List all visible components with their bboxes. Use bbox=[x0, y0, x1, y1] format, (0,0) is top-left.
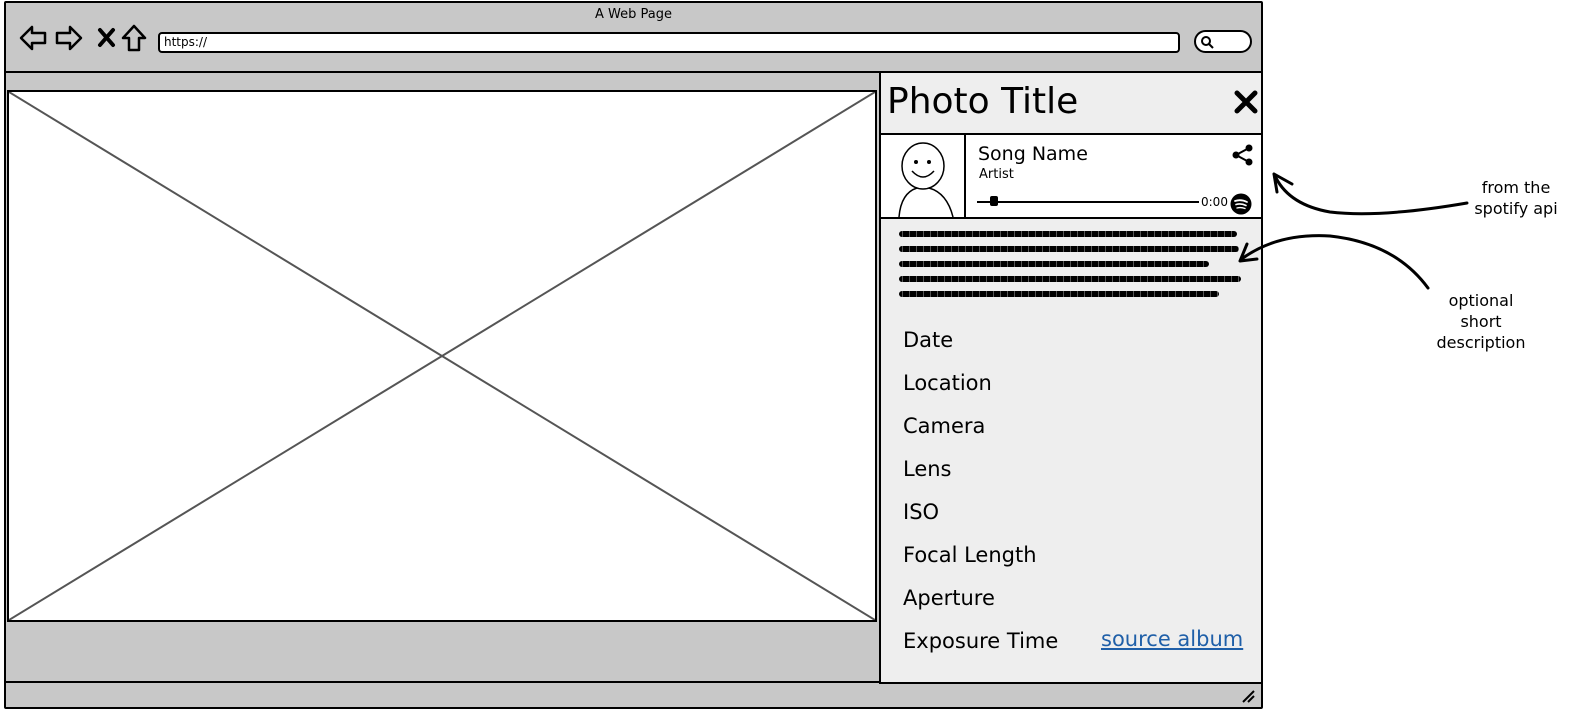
description-arrow bbox=[1241, 234, 1430, 290]
description-annotation-line: short bbox=[1460, 312, 1502, 331]
spotify-annotation-line: from the bbox=[1481, 178, 1551, 197]
spotify-annotation: from the spotify api bbox=[1470, 177, 1562, 219]
description-annotation-line: optional bbox=[1448, 291, 1514, 310]
spotify-arrow bbox=[1274, 176, 1469, 216]
annotation-arrows bbox=[1238, 172, 1469, 290]
description-annotation-line: description bbox=[1436, 333, 1526, 352]
spotify-annotation-line: spotify api bbox=[1474, 199, 1558, 218]
description-annotation: optional short description bbox=[1428, 290, 1534, 353]
